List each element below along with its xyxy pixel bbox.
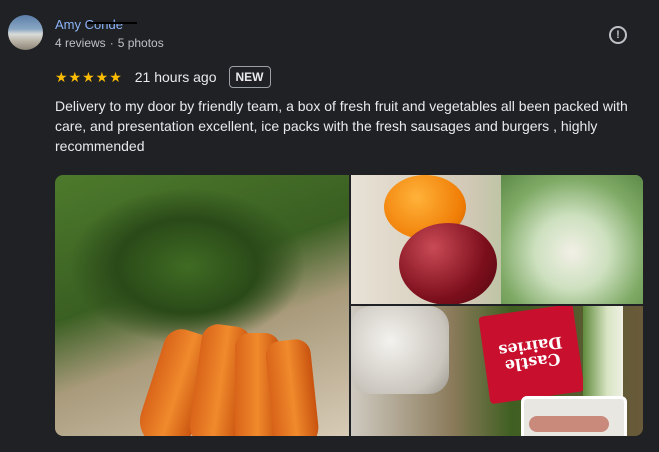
new-badge: NEW [228,66,271,88]
rating-row: ★★★★★ 21 hours ago NEW [55,66,271,88]
reviewer-avatar[interactable] [8,15,43,50]
name-redaction-mark [87,22,137,24]
apple-shape [399,223,497,304]
carrot-shape [264,337,321,436]
meta-separator: · [109,36,114,50]
star-rating-icon: ★★★★★ [55,68,123,85]
reviewer-meta: 4 reviews · 5 photos [55,36,164,50]
cauliflower-shape [501,175,643,304]
reviews-count: 4 reviews [55,36,106,50]
review-text: Delivery to my door by friendly team, a … [55,98,628,154]
sausage-shape [529,416,609,432]
review-photo-fruit[interactable] [351,175,643,304]
photos-count: 5 photos [117,36,164,50]
review-photo-box[interactable]: Castle Dairies [351,306,643,436]
bag-shape [351,306,449,394]
review-photo-carrots[interactable] [55,175,349,436]
butter-pack: Castle Dairies [478,306,585,405]
review-time: 21 hours ago [134,69,217,85]
pack-label: Castle Dairies [497,332,564,376]
report-review-icon[interactable]: ! [609,26,627,44]
reviewer-name-link[interactable]: Amy Conde [55,17,123,32]
